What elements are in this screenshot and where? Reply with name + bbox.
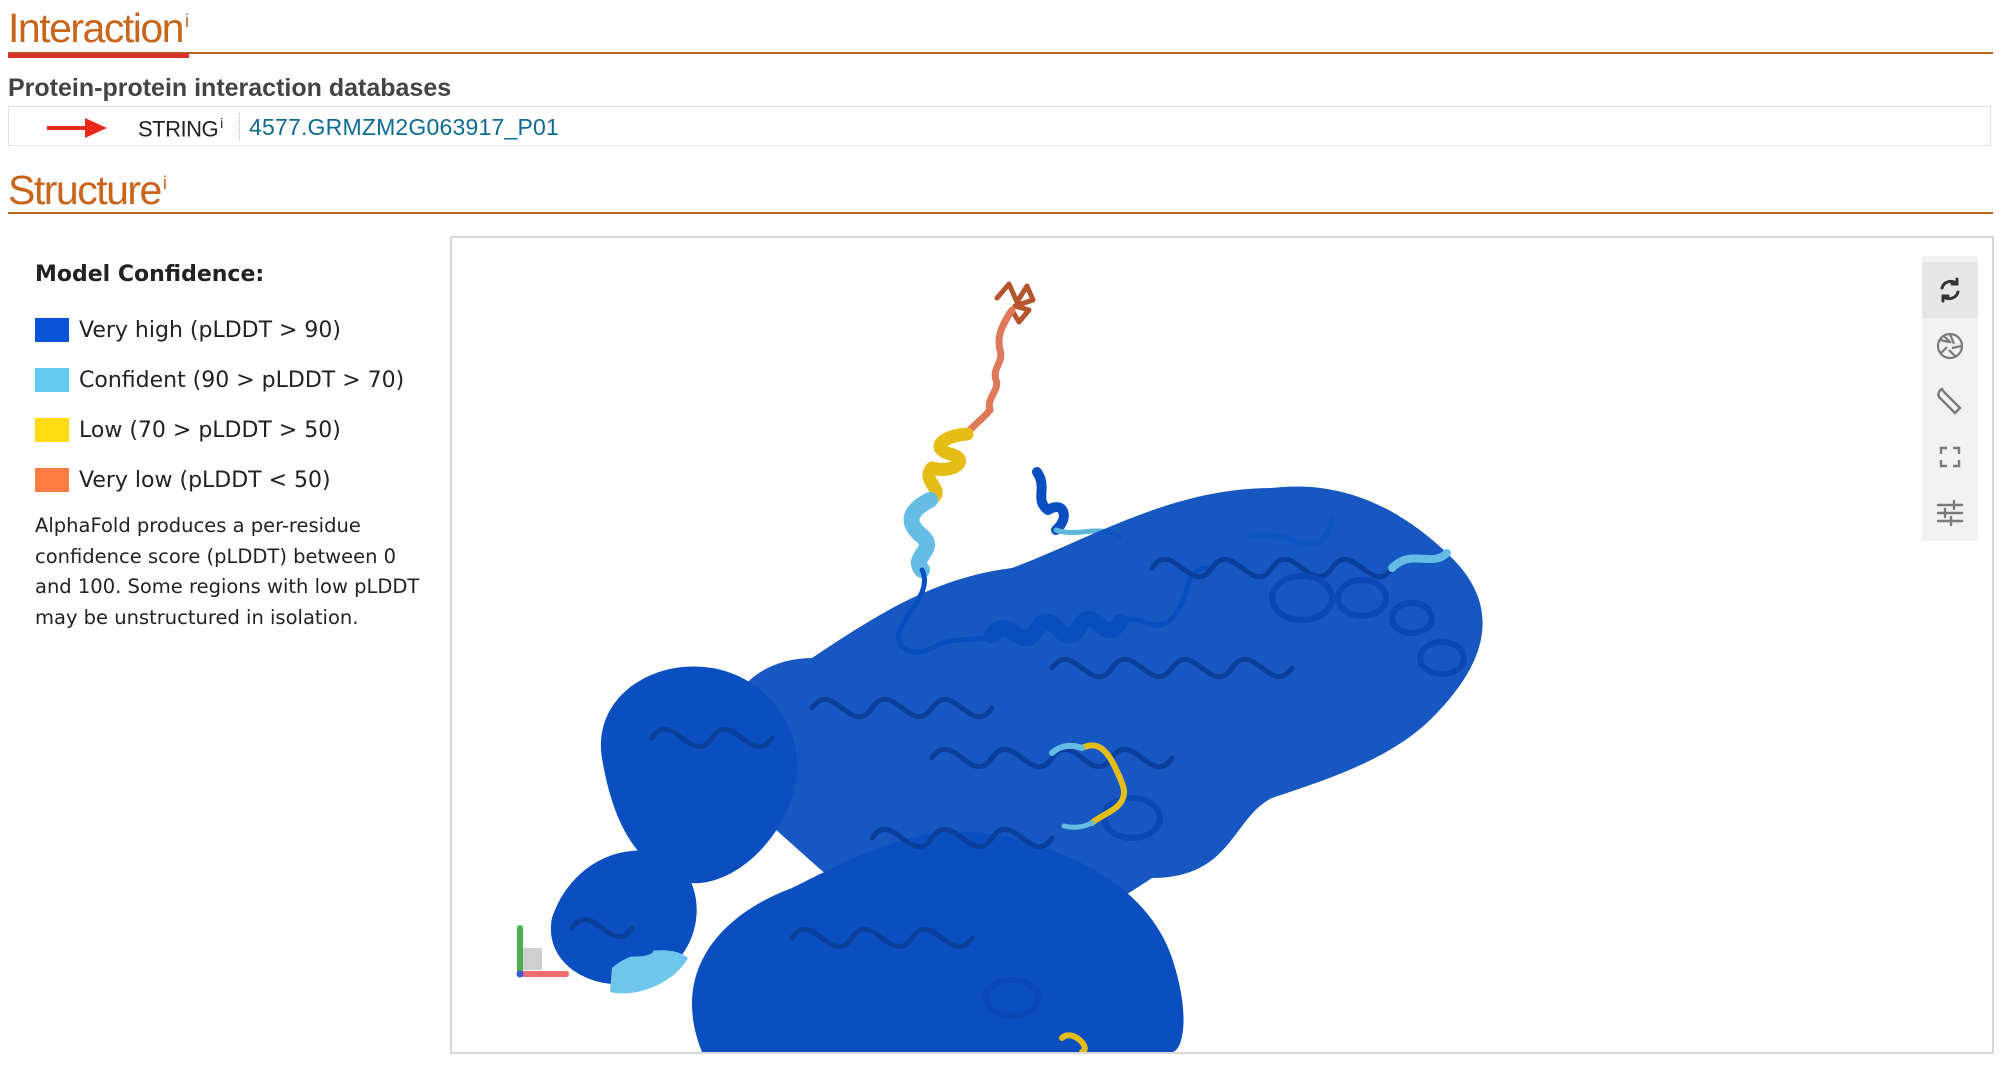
interaction-heading-link[interactable]: Interaction i — [8, 5, 189, 58]
legend-item-very-low: Very low (pLDDT < 50) — [35, 455, 435, 505]
string-id-link[interactable]: 4577.GRMZM2G063917_P01 — [249, 114, 559, 141]
fullscreen-icon — [1939, 447, 1961, 468]
reset-view-button[interactable] — [1922, 262, 1978, 318]
model-confidence-legend: Model Confidence: Very high (pLDDT > 90)… — [35, 262, 435, 633]
legend-label: Low (70 > pLDDT > 50) — [79, 417, 341, 443]
structure-heading: Structure i — [8, 170, 1993, 214]
sliders-icon — [1936, 499, 1964, 527]
ppi-databases-subheading: Protein-protein interaction databases — [8, 74, 452, 102]
info-icon[interactable]: i — [220, 115, 223, 131]
wrench-icon — [1937, 387, 1962, 416]
legend-swatch — [35, 318, 69, 342]
legend-item-low: Low (70 > pLDDT > 50) — [35, 405, 435, 455]
controls-button[interactable] — [1922, 485, 1978, 541]
screenshot-button[interactable] — [1922, 318, 1978, 374]
axes-gizmo-icon — [516, 925, 569, 978]
info-icon[interactable]: i — [185, 11, 189, 31]
legend-label: Very low (pLDDT < 50) — [79, 467, 331, 493]
interaction-heading: Interaction i — [8, 5, 1993, 58]
string-label: STRING i — [138, 115, 223, 142]
legend-title: Model Confidence: — [35, 262, 265, 287]
camera-shutter-icon — [1936, 332, 1964, 359]
legend-swatch — [35, 468, 69, 492]
viewer-toolbar — [1922, 256, 1978, 541]
string-database-row: STRING i 4577.GRMZM2G063917_P01 — [8, 106, 1991, 146]
legend-label: Very high (pLDDT > 90) — [79, 317, 342, 343]
legend-label: Confident (90 > pLDDT > 70) — [79, 367, 405, 393]
red-arrow-icon — [47, 118, 107, 138]
legend-item-confident: Confident (90 > pLDDT > 70) — [35, 355, 435, 405]
structure-viewer-canvas[interactable] — [450, 236, 1994, 1054]
legend-swatch — [35, 368, 69, 392]
legend-item-very-high: Very high (pLDDT > 90) — [35, 305, 435, 355]
reset-view-icon — [1940, 277, 1960, 303]
legend-swatch — [35, 418, 69, 442]
protein-ribbon-render — [550, 281, 1483, 1052]
legend-description: AlphaFold produces a per-residue confide… — [35, 514, 420, 629]
fullscreen-button[interactable] — [1922, 429, 1978, 485]
settings-button[interactable] — [1922, 374, 1978, 430]
row-divider — [239, 113, 240, 141]
info-icon[interactable]: i — [163, 173, 167, 193]
